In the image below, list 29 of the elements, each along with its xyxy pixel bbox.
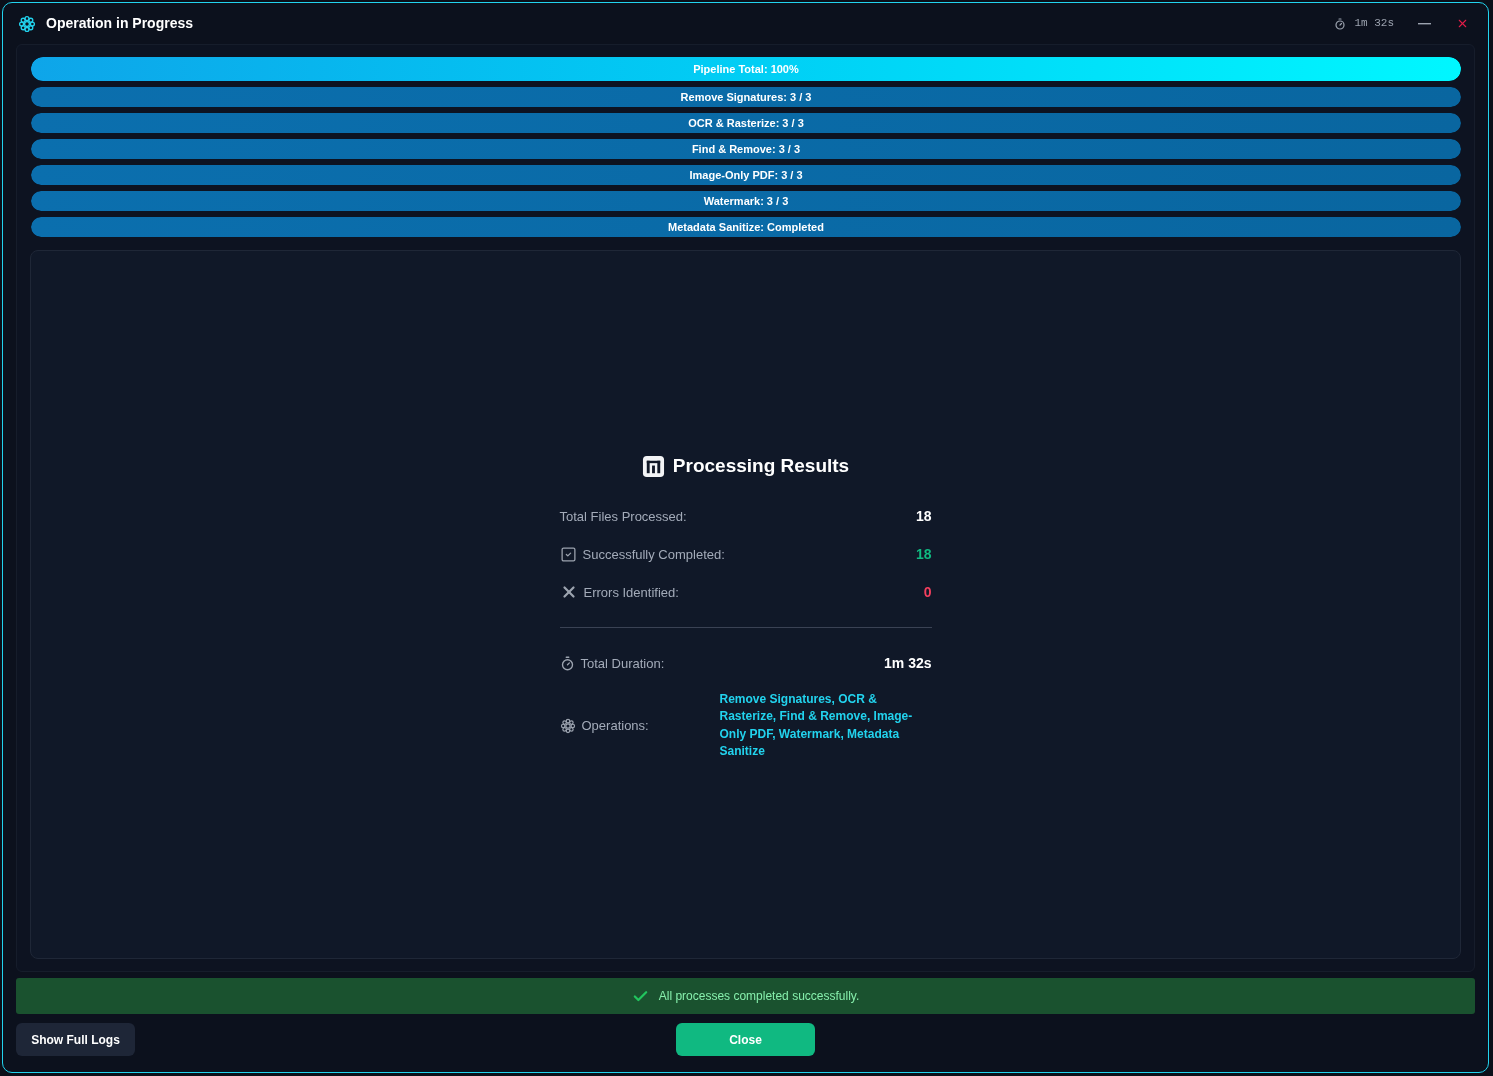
result-label: Operations:	[581, 717, 649, 735]
stopwatch-icon	[1334, 17, 1347, 30]
result-value: 18	[915, 544, 932, 564]
progress-label: Image-Only PDF: 3 / 3	[689, 169, 803, 181]
result-label: Errors Identified:	[583, 583, 679, 602]
progress-label: Remove Signatures: 3 / 3	[680, 91, 812, 103]
bar-chart-icon	[641, 455, 665, 478]
status-message: All processes completed successfully.	[658, 988, 860, 1005]
result-label: Successfully Completed:	[582, 545, 725, 564]
gear-icon	[559, 717, 576, 734]
stopwatch-icon	[559, 655, 575, 671]
results-title: Processing Results	[672, 454, 850, 479]
progress-label: Watermark: 3 / 3	[703, 195, 789, 207]
result-value: 0	[923, 582, 932, 602]
result-value: 18	[915, 506, 932, 526]
window-title: Operation in Progress	[46, 14, 194, 33]
progress-label: Metadata Sanitize: Completed	[668, 221, 824, 233]
progress-label: Find & Remove: 3 / 3	[691, 143, 801, 155]
gear-icon	[18, 14, 36, 33]
result-label: Total Duration:	[580, 654, 665, 673]
operations-list: Remove Signatures, OCR & Rasterize, Find & Remove, Image-Only PDF, Watermark, Metadata Sanitize	[719, 690, 932, 761]
elapsed-time: 1m 32s	[1354, 16, 1394, 32]
show-logs-button[interactable]: Show Full Logs	[16, 1023, 135, 1056]
minimize-icon	[1417, 22, 1431, 25]
progress-label: OCR & Rasterize: 3 / 3	[688, 117, 804, 129]
checkbox-checked-icon	[559, 545, 577, 563]
progress-label: Pipeline Total: 100%	[693, 63, 799, 75]
result-label: Total Files Processed:	[559, 507, 687, 526]
result-value: 1m 32s	[884, 653, 932, 673]
